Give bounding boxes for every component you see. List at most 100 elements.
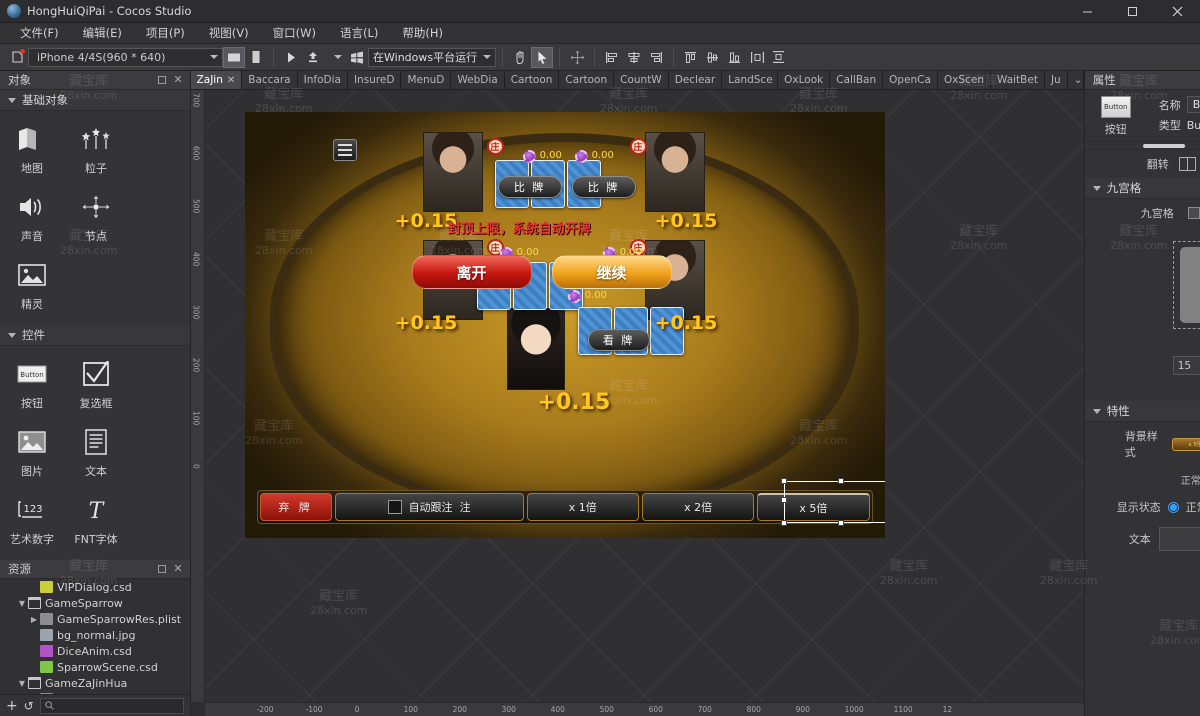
resource-row[interactable]: DiceAnim.csd	[0, 643, 190, 659]
document-tab[interactable]: InsureD	[347, 71, 402, 89]
resource-row[interactable]: ▶ GameSparrowRes.plist	[0, 611, 190, 627]
resource-row[interactable]: VIPDialog.csd	[0, 579, 190, 595]
widget-fnt-font[interactable]: T FNT字体	[64, 488, 128, 556]
fold-button[interactable]: 弃 牌	[259, 493, 332, 521]
document-tab[interactable]: LandSce	[722, 71, 779, 89]
align-right-icon[interactable]	[645, 47, 667, 68]
menu-view[interactable]: 视图(V)	[197, 23, 261, 43]
document-tabs[interactable]: ZaJin ✕ Baccara InfoDia InsureD MenuD WebDia Ca…	[190, 71, 1084, 90]
hand-tool-icon[interactable]	[509, 47, 531, 68]
align-center-icon[interactable]	[623, 47, 645, 68]
game-scene[interactable]: 比 牌 比 牌 看 牌 庄 庄 庄 庄 0.00 0.00 0.00 0.00 …	[244, 112, 885, 538]
menu-file[interactable]: 文件(F)	[8, 23, 71, 43]
menu-language[interactable]: 语言(L)	[328, 23, 390, 43]
align-bottom-icon[interactable]	[724, 47, 746, 68]
object-particle[interactable]: 粒子	[64, 117, 128, 185]
text-input[interactable]	[1158, 527, 1200, 551]
resource-tree[interactable]: VIPDialog.csd ▼ GameSparrow ▶ GameSparrowRes…	[0, 579, 190, 694]
float-icon[interactable]	[158, 565, 167, 573]
close-button[interactable]	[1155, 0, 1200, 23]
compare-button-1[interactable]: 比 牌	[497, 176, 562, 198]
float-icon[interactable]	[158, 76, 167, 84]
run-platform-combo[interactable]: 在Windows平台运行	[368, 47, 497, 67]
resource-row[interactable]: ▶GameZaJinHuaRes.plist	[0, 691, 190, 694]
resize-handle-s[interactable]	[837, 520, 844, 526]
resource-search-input[interactable]	[39, 697, 184, 714]
document-tab[interactable]: WaitBet	[990, 71, 1045, 89]
resource-row[interactable]: ▼ GameSparrow	[0, 595, 190, 611]
ninepatch-left-input[interactable]: 15	[1172, 356, 1200, 375]
document-tab[interactable]: WebDia	[451, 71, 505, 89]
look-card-button[interactable]: 看 牌	[587, 329, 650, 351]
landscape-icon[interactable]	[223, 46, 245, 68]
resource-row[interactable]: SparrowScene.csd	[0, 659, 190, 675]
widget-art-number[interactable]: 123 艺术数字	[0, 488, 64, 556]
section-features[interactable]: 特性	[1084, 401, 1200, 422]
document-tab[interactable]: OpenCa	[883, 71, 938, 89]
list-menu-icon[interactable]	[332, 139, 357, 161]
widget-text[interactable]: 文本	[64, 420, 128, 488]
continue-button[interactable]: 继续	[551, 255, 672, 289]
multiplier-2-button[interactable]: x 2倍	[641, 493, 755, 521]
object-node[interactable]: 节点	[64, 185, 128, 253]
document-tab[interactable]: Cartoon	[559, 71, 615, 89]
resize-handle-w[interactable]	[780, 497, 787, 503]
multiplier-1-button[interactable]: x 1倍	[526, 493, 639, 521]
auto-follow-control[interactable]: 自动跟注 注	[334, 493, 524, 521]
section-ninepatch[interactable]: 九宫格	[1084, 178, 1200, 199]
menu-window[interactable]: 窗口(W)	[261, 23, 328, 43]
align-middle-icon[interactable]	[702, 47, 724, 68]
device-size-combo[interactable]: iPhone 4/4S(960 * 640)	[28, 47, 223, 67]
flip-horizontal-icon[interactable]	[1178, 157, 1196, 171]
document-tab[interactable]: Cartoon	[504, 71, 560, 89]
menu-edit[interactable]: 编辑(E)	[71, 23, 134, 43]
canvas-stage[interactable]: 比 牌 比 牌 看 牌 庄 庄 庄 庄 0.00 0.00 0.00 0.00 …	[204, 90, 1084, 702]
auto-follow-checkbox[interactable]	[387, 500, 402, 514]
document-tab[interactable]: CallBan	[830, 71, 884, 89]
document-tab[interactable]: ZaJin ✕	[190, 71, 243, 89]
close-icon[interactable]: ✕	[173, 74, 182, 85]
compare-button-2[interactable]: 比 牌	[571, 176, 636, 198]
distribute-v-icon[interactable]	[768, 47, 790, 68]
selection-box[interactable]	[780, 478, 885, 526]
document-tab[interactable]: Declear	[668, 71, 723, 89]
widget-button[interactable]: Button 按钮	[0, 352, 64, 420]
display-state-normal-radio[interactable]	[1167, 501, 1179, 513]
document-tab[interactable]: OxScen	[937, 71, 991, 89]
name-input[interactable]: Button_Add_5	[1186, 96, 1200, 113]
new-doc-icon[interactable]	[6, 47, 28, 68]
move-tool-icon[interactable]	[566, 47, 588, 68]
document-tab[interactable]: OxLook	[778, 71, 831, 89]
document-tab[interactable]: InfoDia	[297, 71, 348, 89]
publish-dropdown-icon[interactable]	[324, 47, 346, 68]
section-basic-objects[interactable]: 基础对象	[0, 90, 190, 111]
publish-icon[interactable]	[302, 47, 324, 68]
resize-handle-sw[interactable]	[780, 520, 787, 526]
menu-help[interactable]: 帮助(H)	[390, 23, 455, 43]
tab-overflow-icon[interactable]: ⌄	[1067, 71, 1084, 89]
chevron-down-icon[interactable]: ▼	[16, 599, 28, 608]
align-left-icon[interactable]	[601, 47, 623, 68]
document-tab[interactable]: CountW	[614, 71, 669, 89]
select-tool-icon[interactable]	[531, 46, 554, 68]
document-tab[interactable]: Ju	[1044, 71, 1068, 89]
menu-project[interactable]: 项目(P)	[134, 23, 197, 43]
document-tab[interactable]: Baccara	[242, 71, 298, 89]
object-sprite[interactable]: 精灵	[0, 253, 64, 321]
minimize-button[interactable]	[1065, 0, 1110, 23]
ninepatch-checkbox[interactable]	[1187, 207, 1200, 219]
add-resource-button[interactable]: +	[6, 698, 18, 714]
object-sound[interactable]: 声音	[0, 185, 64, 253]
resource-row[interactable]: bg_normal.jpg	[0, 627, 190, 643]
leave-button[interactable]: 离开	[411, 255, 532, 289]
resize-handle-n[interactable]	[837, 478, 844, 484]
resource-row[interactable]: ▼ GameZaJinHua	[0, 675, 190, 691]
distribute-h-icon[interactable]	[746, 47, 768, 68]
refresh-resource-button[interactable]: ↺	[24, 699, 34, 713]
document-tab[interactable]: MenuD	[401, 71, 452, 89]
align-top-icon[interactable]	[680, 47, 702, 68]
ninepatch-editor[interactable]: ↕ 11 ↕ 11 15 15	[1085, 231, 1200, 401]
section-widgets[interactable]: 控件	[0, 325, 190, 346]
properties-scrollbar[interactable]	[1084, 142, 1200, 150]
portrait-icon[interactable]	[245, 47, 267, 68]
